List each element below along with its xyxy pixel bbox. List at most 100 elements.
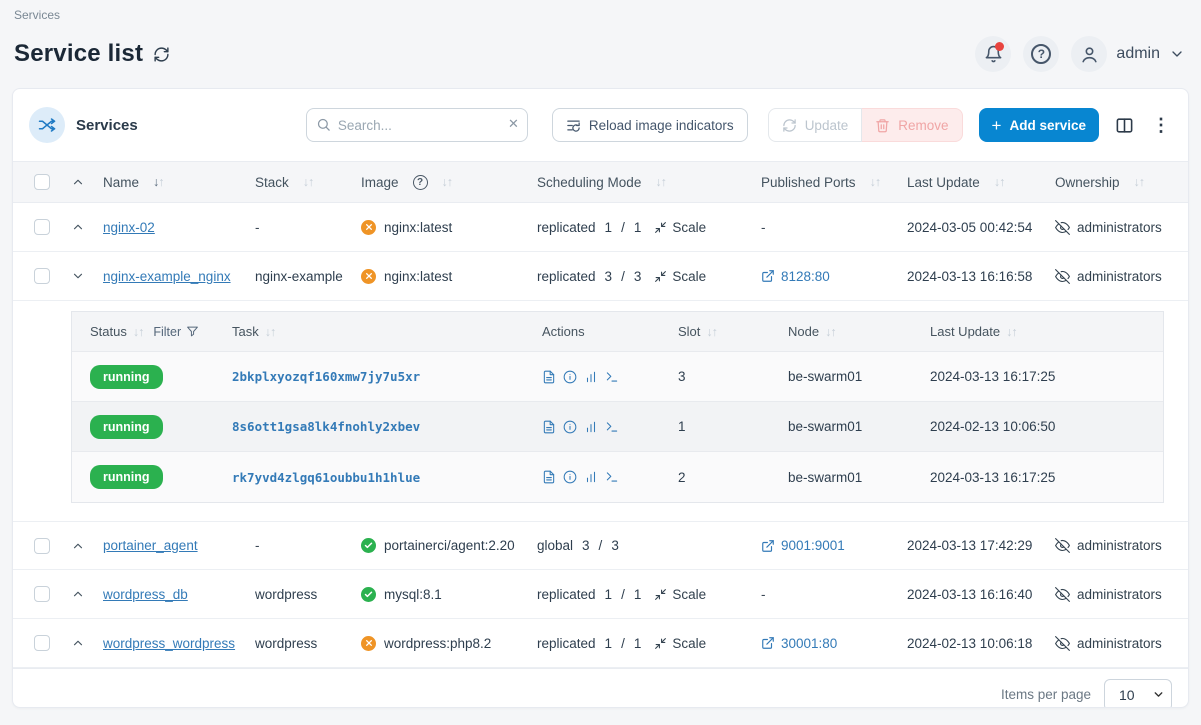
breadcrumb[interactable]: Services xyxy=(14,8,1185,22)
eye-off-icon xyxy=(1055,269,1070,284)
column-header-image[interactable]: Image ? ↓↑ xyxy=(361,175,537,190)
status-badge: running xyxy=(90,465,163,489)
help-button[interactable]: ? xyxy=(1023,36,1059,72)
table-menu-button[interactable]: ⋮ xyxy=(1150,114,1172,136)
node-value: be-swarm01 xyxy=(788,419,862,434)
refresh-icon[interactable] xyxy=(153,46,170,63)
last-update-value: 2024-03-13 16:16:58 xyxy=(907,269,1032,284)
items-per-page-select[interactable]: 10 xyxy=(1104,679,1172,709)
logs-icon[interactable] xyxy=(542,370,556,384)
service-name-link[interactable]: nginx-example_nginx xyxy=(103,269,231,284)
stats-icon[interactable] xyxy=(584,420,598,434)
kebab-icon: ⋮ xyxy=(1152,115,1170,135)
eye-off-icon xyxy=(1055,636,1070,651)
task-column-header-last-update[interactable]: Last Update ↓↑ xyxy=(912,324,1163,339)
column-header-scheduling-mode[interactable]: Scheduling Mode ↓↑ xyxy=(537,175,761,190)
sort-icon: ↓↑ xyxy=(133,325,144,339)
service-name-link[interactable]: wordpress_db xyxy=(103,587,188,602)
task-id-link[interactable]: 2bkplxyozqf160xmw7jy7u5xr xyxy=(232,369,420,384)
last-update-value: 2024-02-13 10:06:18 xyxy=(907,636,1032,651)
row-checkbox[interactable] xyxy=(34,586,50,602)
image-up-to-date-icon xyxy=(361,587,376,602)
scheduling-mode-value: replicated xyxy=(537,636,596,651)
scale-button[interactable]: Scale xyxy=(654,636,706,651)
row-checkbox[interactable] xyxy=(34,538,50,554)
chevron-up-icon[interactable] xyxy=(69,585,87,603)
status-badge: running xyxy=(90,365,163,389)
service-name-link[interactable]: nginx-02 xyxy=(103,220,155,235)
task-last-update-value: 2024-02-13 10:06:50 xyxy=(930,419,1055,434)
task-id-link[interactable]: rk7yvd4zlgq61oubbu1h1hlue xyxy=(232,470,420,485)
table-header-row: Name ↓↑ Stack ↓↑ Image ? ↓↑ Scheduling M… xyxy=(13,161,1188,203)
update-button[interactable]: Update xyxy=(768,108,863,142)
service-name-link[interactable]: portainer_agent xyxy=(103,538,198,553)
status-filter[interactable]: Filter xyxy=(153,325,199,339)
stack-value: - xyxy=(255,538,260,553)
task-subtable: Status ↓↑ Filter Task ↓↑ Actions Slot ↓ xyxy=(71,311,1164,503)
scale-icon xyxy=(654,637,667,650)
replica-separator: / xyxy=(621,220,625,235)
search-input[interactable] xyxy=(306,108,528,142)
logs-icon[interactable] xyxy=(542,470,556,484)
logs-icon[interactable] xyxy=(542,420,556,434)
scale-icon xyxy=(654,588,667,601)
scale-button[interactable]: Scale xyxy=(654,587,706,602)
add-service-button[interactable]: + Add service xyxy=(979,108,1099,142)
chevron-down-icon[interactable] xyxy=(69,267,87,285)
console-icon[interactable] xyxy=(605,470,619,484)
published-port-link[interactable]: 30001:80 xyxy=(761,636,837,651)
column-header-name[interactable]: Name ↓↑ xyxy=(103,175,255,190)
published-port-link[interactable]: 9001:9001 xyxy=(761,538,845,553)
scale-icon xyxy=(654,270,667,283)
desired-count: 1 xyxy=(634,587,642,602)
replica-separator: / xyxy=(621,636,625,651)
inspect-info-icon[interactable] xyxy=(563,370,577,384)
external-link-icon xyxy=(761,636,775,650)
console-icon[interactable] xyxy=(605,370,619,384)
chevron-up-icon[interactable] xyxy=(69,634,87,652)
column-header-ownership[interactable]: Ownership ↓↑ xyxy=(1055,175,1188,190)
desired-count: 1 xyxy=(634,220,642,235)
task-row: running 2bkplxyozqf160xmw7jy7u5xr 3 be-s… xyxy=(72,352,1163,402)
image-value: mysql:8.1 xyxy=(384,587,442,602)
row-checkbox[interactable] xyxy=(34,268,50,284)
console-icon[interactable] xyxy=(605,420,619,434)
published-port-link[interactable]: 8128:80 xyxy=(761,269,830,284)
column-header-published-ports[interactable]: Published Ports ↓↑ xyxy=(761,175,907,190)
collapse-all-chevron-up-icon[interactable] xyxy=(69,173,87,191)
stats-icon[interactable] xyxy=(584,370,598,384)
column-header-stack[interactable]: Stack ↓↑ xyxy=(255,175,361,190)
replica-separator: / xyxy=(599,538,603,553)
task-id-link[interactable]: 8s6ott1gsa8lk4fnohly2xbev xyxy=(232,419,420,434)
scale-button[interactable]: Scale xyxy=(654,269,706,284)
status-badge: running xyxy=(90,415,163,439)
row-checkbox[interactable] xyxy=(34,219,50,235)
notifications-button[interactable] xyxy=(975,36,1011,72)
select-all-checkbox[interactable] xyxy=(34,174,50,190)
task-column-header-slot[interactable]: Slot ↓↑ xyxy=(660,324,770,339)
search-clear-icon[interactable]: ✕ xyxy=(508,116,519,132)
sort-icon: ↓↑ xyxy=(1006,325,1017,339)
row-checkbox[interactable] xyxy=(34,635,50,651)
stack-value: wordpress xyxy=(255,587,317,602)
inspect-info-icon[interactable] xyxy=(563,470,577,484)
sort-icon: ↓↑ xyxy=(265,325,276,339)
chevron-up-icon[interactable] xyxy=(69,218,87,236)
task-column-header-status[interactable]: Status ↓↑ Filter xyxy=(72,324,214,339)
scheduling-mode-value: replicated xyxy=(537,220,596,235)
inspect-info-icon[interactable] xyxy=(563,420,577,434)
task-column-header-node[interactable]: Node ↓↑ xyxy=(770,324,912,339)
task-column-header-task[interactable]: Task ↓↑ xyxy=(214,324,524,339)
service-name-link[interactable]: wordpress_wordpress xyxy=(103,636,235,651)
reload-image-indicators-button[interactable]: Reload image indicators xyxy=(552,108,748,142)
column-header-last-update[interactable]: Last Update ↓↑ xyxy=(907,175,1055,190)
scale-button[interactable]: Scale xyxy=(654,220,706,235)
stats-icon[interactable] xyxy=(584,470,598,484)
user-menu[interactable]: admin xyxy=(1071,36,1185,72)
chevron-up-icon[interactable] xyxy=(69,537,87,555)
filter-funnel-icon xyxy=(186,325,199,338)
columns-settings-button[interactable] xyxy=(1113,114,1136,137)
image-value: wordpress:php8.2 xyxy=(384,636,491,651)
columns-icon xyxy=(1115,116,1134,135)
remove-button[interactable]: Remove xyxy=(862,108,962,142)
